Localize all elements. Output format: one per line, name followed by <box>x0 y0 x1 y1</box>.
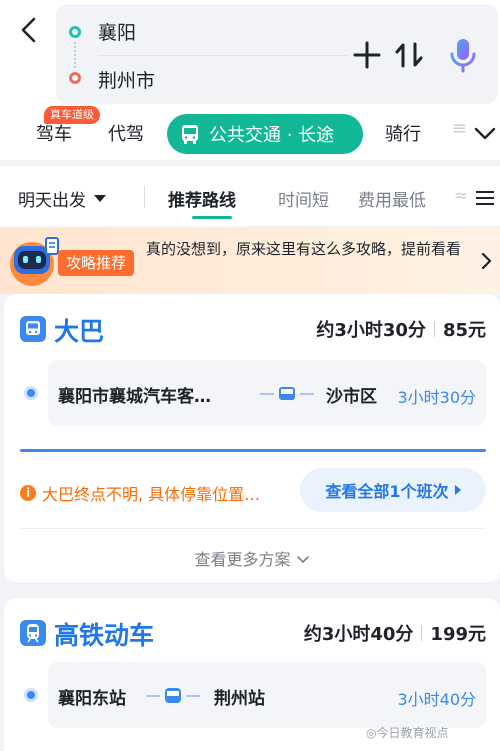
tab-transit[interactable]: 公共交通 · 长途 <box>167 114 363 154</box>
swap-route-button[interactable] <box>392 38 426 72</box>
meta-separator <box>421 625 423 641</box>
train-icon <box>20 620 46 646</box>
bus-summary: 约3小时30分 85元 <box>316 316 486 342</box>
rail-summary: 约3小时40分 199元 <box>304 620 486 646</box>
bus-destination-station: 沙市区 <box>326 387 377 407</box>
active-tab-indicator <box>192 216 232 219</box>
tab-cut-off-filter: ≈ <box>454 186 469 206</box>
rail-destination-station: 荆州站 <box>214 689 265 709</box>
bus-segment-duration: 3小时30分 <box>397 388 476 407</box>
promo-text: 真的没想到，原来这里有这么多攻略，提前看看 <box>146 240 462 258</box>
tab-ride[interactable]: 骑行 <box>385 120 421 146</box>
bus-segment[interactable]: 襄阳市襄城汽车客… 沙市区 3小时30分 <box>48 360 486 426</box>
bus-warning: 大巴终点不明, 具体停靠位置… <box>42 485 261 504</box>
rail-price: 199元 <box>430 624 486 645</box>
segment-dot-icon <box>24 688 38 702</box>
watermark: ◎今日教育视点 <box>366 726 449 740</box>
origin-dot-icon <box>69 26 81 38</box>
route-connector <box>74 42 76 68</box>
info-icon: i <box>20 485 36 501</box>
travel-mode-tabs: 驾车 真车道级 代驾 公共交通 · 长途 骑行 ≡ <box>0 104 500 160</box>
plus-icon <box>353 41 381 69</box>
rail-origin-station: 襄阳东站 <box>58 689 126 709</box>
route-box: 襄阳 荆州市 <box>56 4 498 104</box>
chevron-left-icon <box>21 17 36 43</box>
menu-icon <box>472 191 500 205</box>
view-all-label: 查看全部1个班次 <box>325 482 449 501</box>
tab-cut-off: ≡ <box>452 118 468 139</box>
guide-promo-banner[interactable]: 攻略推荐 真的没想到，原来这里有这么多攻略，提前看看 <box>0 228 500 294</box>
chevron-down-icon <box>296 556 309 564</box>
route-progress-line <box>20 449 486 452</box>
lane-level-badge: 真车道级 <box>44 106 100 124</box>
route-header: 襄阳 荆州市 驾车 真车道级 代驾 公共交通 · 长途 骑行 ≡ <box>0 0 500 160</box>
card-divider <box>20 528 486 529</box>
tab-recommended[interactable]: 推荐路线 <box>168 186 236 211</box>
microphone-icon <box>450 39 476 73</box>
swap-icon <box>395 42 423 68</box>
origin-field[interactable]: 襄阳 <box>98 18 136 45</box>
rail-segment[interactable]: 襄阳东站 荆州站 3小时40分 <box>48 662 486 728</box>
depart-time-label: 明天出发 <box>18 191 86 211</box>
destination-field[interactable]: 荆州市 <box>98 66 155 93</box>
chevron-right-icon <box>481 252 492 270</box>
tab-chauffeur[interactable]: 代驾 <box>108 120 144 146</box>
train-line-icon <box>146 688 200 703</box>
tab-lowest-cost[interactable]: 费用最低 <box>358 186 426 211</box>
chevron-down-icon <box>474 127 496 140</box>
bus-icon <box>20 316 46 342</box>
rail-duration: 约3小时40分 <box>303 624 414 645</box>
more-plans-label: 查看更多方案 <box>194 550 291 569</box>
voice-input-button[interactable] <box>446 36 480 74</box>
add-stop-button[interactable] <box>350 38 384 72</box>
bus-origin-station: 襄阳市襄城汽车客… <box>58 387 211 407</box>
back-button[interactable] <box>14 14 42 46</box>
rail-title: 高铁动车 <box>54 621 155 650</box>
bus-duration: 约3小时30分 <box>316 320 426 341</box>
destination-dot-icon <box>69 72 81 84</box>
filter-menu-button[interactable] <box>472 188 500 210</box>
tab-shortest-time[interactable]: 时间短 <box>278 186 329 211</box>
watermark-text: 今日教育视点 <box>376 726 449 740</box>
segment-dot-icon <box>24 386 38 400</box>
more-plans-button[interactable]: 查看更多方案 <box>4 546 500 570</box>
meta-separator <box>433 321 435 337</box>
filter-bar: 明天出发 推荐路线 时间短 费用最低 ≈ <box>0 166 500 226</box>
filter-separator <box>144 186 145 208</box>
bus-title: 大巴 <box>54 317 105 346</box>
bus-route-card[interactable]: 大巴 约3小时30分 85元 襄阳市襄城汽车客… 沙市区 3小时30分 i 大巴… <box>4 294 500 582</box>
depart-time-dropdown[interactable]: 明天出发 <box>18 186 106 211</box>
tab-transit-label: 公共交通 · 长途 <box>209 125 335 146</box>
route-divider <box>98 55 348 56</box>
rail-segment-duration: 3小时40分 <box>397 690 476 709</box>
view-all-schedules-button[interactable]: 查看全部1个班次 <box>300 468 486 512</box>
caret-right-icon <box>454 485 461 495</box>
promo-tag: 攻略推荐 <box>58 250 135 276</box>
bus-price: 85元 <box>442 320 486 341</box>
bus-icon <box>182 125 198 144</box>
caret-down-icon <box>94 195 106 202</box>
more-modes-button[interactable] <box>470 114 500 154</box>
robot-mascot-icon <box>10 237 59 286</box>
bus-line-icon <box>260 387 314 400</box>
